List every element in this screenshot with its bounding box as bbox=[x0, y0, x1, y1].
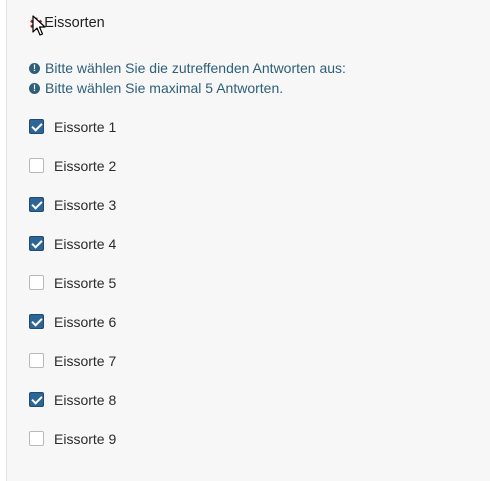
answer-option-9[interactable]: Eissorte 9 bbox=[29, 429, 116, 448]
mandatory-asterisk-icon: ✱ bbox=[29, 14, 44, 34]
option-label[interactable]: Eissorte 5 bbox=[54, 275, 116, 291]
exclamation-circle-icon: ! bbox=[29, 62, 40, 74]
question-title: Eissorten bbox=[44, 15, 105, 31]
tip-text: Bitte wählen Sie maximal 5 Antworten. bbox=[45, 80, 284, 96]
question-panel: ✱ Eissorten ! Bitte wählen Sie die zutre… bbox=[6, 0, 490, 481]
tip-max-answers: ! Bitte wählen Sie maximal 5 Antworten. bbox=[29, 78, 346, 98]
checkbox[interactable] bbox=[29, 158, 44, 173]
checkbox[interactable] bbox=[29, 197, 44, 212]
checkbox[interactable] bbox=[29, 353, 44, 368]
checkbox[interactable] bbox=[29, 392, 44, 407]
answer-option-2[interactable]: Eissorte 2 bbox=[29, 156, 116, 175]
answer-option-3[interactable]: Eissorte 3 bbox=[29, 195, 116, 214]
checkbox[interactable] bbox=[29, 314, 44, 329]
option-label[interactable]: Eissorte 2 bbox=[54, 158, 116, 174]
checkbox[interactable] bbox=[29, 431, 44, 446]
answer-option-7[interactable]: Eissorte 7 bbox=[29, 351, 116, 370]
answer-option-8[interactable]: Eissorte 8 bbox=[29, 390, 116, 409]
option-label[interactable]: Eissorte 4 bbox=[54, 236, 116, 252]
option-label[interactable]: Eissorte 6 bbox=[54, 314, 116, 330]
option-label[interactable]: Eissorte 1 bbox=[54, 119, 116, 135]
option-label[interactable]: Eissorte 3 bbox=[54, 197, 116, 213]
checkbox[interactable] bbox=[29, 275, 44, 290]
question-help-tips: ! Bitte wählen Sie die zutreffenden Antw… bbox=[29, 58, 346, 98]
tip-text: Bitte wählen Sie die zutreffenden Antwor… bbox=[45, 60, 346, 76]
answer-option-5[interactable]: Eissorte 5 bbox=[29, 273, 116, 292]
exclamation-circle-icon: ! bbox=[29, 82, 40, 94]
answer-option-1[interactable]: Eissorte 1 bbox=[29, 117, 116, 136]
answer-option-6[interactable]: Eissorte 6 bbox=[29, 312, 116, 331]
question-header: ✱ Eissorten bbox=[29, 13, 105, 33]
answer-option-4[interactable]: Eissorte 4 bbox=[29, 234, 116, 253]
tip-select-answers: ! Bitte wählen Sie die zutreffenden Antw… bbox=[29, 58, 346, 78]
option-label[interactable]: Eissorte 7 bbox=[54, 353, 116, 369]
checkbox[interactable] bbox=[29, 119, 44, 134]
answer-options-list: Eissorte 1 Eissorte 2 Eissorte 3 Eissort… bbox=[29, 117, 116, 468]
option-label[interactable]: Eissorte 9 bbox=[54, 431, 116, 447]
option-label[interactable]: Eissorte 8 bbox=[54, 392, 116, 408]
checkbox[interactable] bbox=[29, 236, 44, 251]
